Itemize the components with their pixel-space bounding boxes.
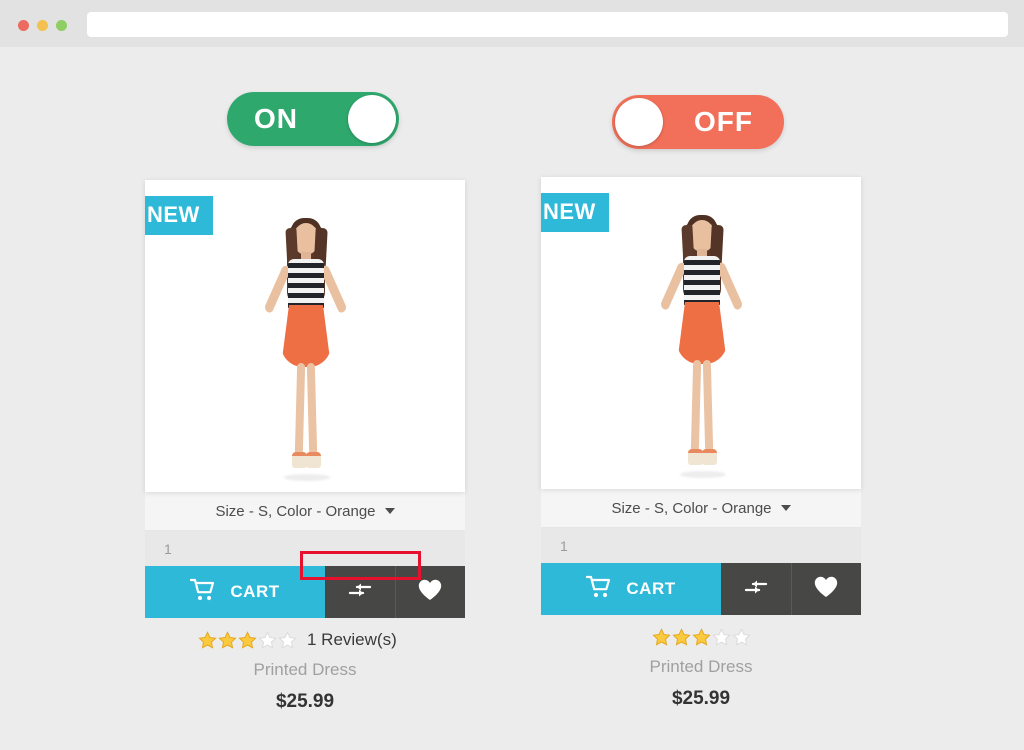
minimize-window-button[interactable]	[37, 20, 48, 31]
compare-button[interactable]	[325, 566, 395, 618]
product-image-area[interactable]: NEW	[145, 180, 465, 492]
star-filled-icon	[671, 627, 691, 647]
product-option-dropdown[interactable]: Size - S, Color - Orange	[145, 492, 465, 531]
wishlist-button[interactable]	[394, 566, 465, 618]
product-actions: CART	[145, 566, 465, 618]
add-to-cart-label: CART	[230, 582, 280, 601]
product-price: $25.99	[671, 688, 731, 709]
star-empty-icon	[278, 630, 297, 650]
quantity-input[interactable]: 1	[541, 528, 861, 563]
maximize-window-button[interactable]	[56, 20, 67, 31]
product-image-area[interactable]: NEW	[541, 177, 861, 489]
product-meta: Printed Dress $25.99	[541, 615, 861, 710]
product-card[interactable]: NEW	[541, 177, 861, 710]
product-name[interactable]: Printed Dress	[145, 660, 465, 680]
compare-arrows-icon	[346, 579, 374, 606]
quantity-value: 1	[560, 537, 568, 554]
product-price: $25.99	[275, 691, 335, 712]
cart-icon	[586, 575, 612, 604]
star-empty-icon	[711, 627, 731, 647]
review-count-link[interactable]: 1 Review(s)	[303, 628, 401, 652]
product-photo	[240, 206, 370, 488]
product-actions: CART	[541, 563, 861, 615]
compare-button[interactable]	[721, 563, 791, 615]
quantity-value: 1	[164, 540, 172, 557]
browser-chrome	[0, 0, 1024, 47]
toggle-off-knob[interactable]	[615, 98, 663, 146]
chevron-down-icon	[384, 508, 395, 514]
wishlist-button[interactable]	[790, 563, 861, 615]
product-photo	[636, 203, 766, 485]
product-rating[interactable]	[541, 624, 861, 650]
add-to-cart-button[interactable]: CART	[541, 563, 721, 615]
cart-icon	[190, 578, 216, 607]
toggle-switch-on[interactable]: ON	[227, 92, 399, 146]
new-badge: NEW	[541, 193, 609, 232]
close-window-button[interactable]	[18, 20, 29, 31]
url-input[interactable]	[87, 12, 1008, 37]
product-card[interactable]: NEW	[145, 180, 465, 713]
star-rating	[651, 627, 751, 647]
product-meta: 1 Review(s) Printed Dress $25.99	[145, 618, 465, 713]
star-rating	[198, 630, 297, 650]
star-filled-icon	[218, 630, 237, 650]
star-empty-icon	[731, 627, 751, 647]
quantity-input[interactable]: 1	[145, 531, 465, 566]
heart-icon	[813, 575, 839, 604]
product-option-label: Size - S, Color - Orange	[611, 499, 772, 517]
star-filled-icon	[691, 627, 711, 647]
star-filled-icon	[651, 627, 671, 647]
product-option-label: Size - S, Color - Orange	[215, 502, 376, 520]
product-option-dropdown[interactable]: Size - S, Color - Orange	[541, 489, 861, 528]
heart-icon	[417, 578, 443, 607]
star-filled-icon	[198, 630, 217, 650]
product-name[interactable]: Printed Dress	[541, 657, 861, 677]
window-traffic-lights	[18, 20, 67, 31]
star-filled-icon	[238, 630, 257, 650]
chevron-down-icon	[780, 505, 791, 511]
toggle-on-knob[interactable]	[348, 95, 396, 143]
star-empty-icon	[258, 630, 277, 650]
new-badge: NEW	[145, 196, 213, 235]
toggle-switch-off[interactable]: OFF	[612, 95, 784, 149]
compare-arrows-icon	[742, 576, 770, 603]
product-rating[interactable]: 1 Review(s)	[145, 627, 465, 653]
toggle-off-label: OFF	[694, 106, 753, 137]
toggle-on-label: ON	[254, 103, 298, 134]
add-to-cart-label: CART	[626, 579, 676, 598]
add-to-cart-button[interactable]: CART	[145, 566, 325, 618]
page-content: ON OFF NEW Size - S, Color - Orange 1 CA…	[0, 47, 1024, 750]
